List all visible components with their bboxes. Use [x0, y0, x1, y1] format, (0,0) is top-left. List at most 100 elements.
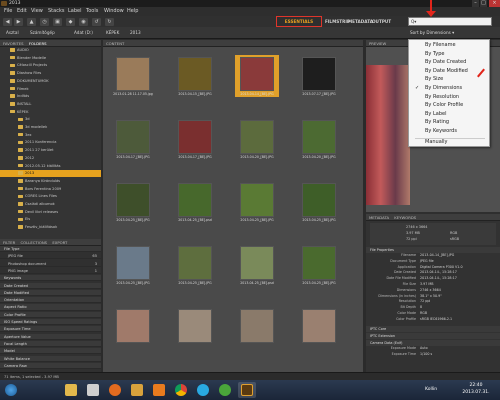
tab-favorites[interactable]: FAVORITES	[3, 41, 24, 46]
taskbar-clock[interactable]: 22:40 2013.07.31.	[454, 382, 498, 396]
thumbnail[interactable]: 2013-04-25_[BE].psd	[173, 181, 217, 223]
sort-menu-label[interactable]: Sort by Dimensions ▾	[410, 27, 454, 39]
tab-keywords[interactable]: KEYWORDS	[394, 215, 416, 220]
workspace-metadata[interactable]: METADATA	[348, 16, 373, 27]
folder-tree-item[interactable]: 2012.05.12 kiállítás	[0, 163, 101, 169]
sort-option[interactable]: By Keywords	[409, 127, 489, 136]
taskbar-app-firefox[interactable]	[106, 382, 124, 398]
favorites-folders-tabs[interactable]: FAVORITES FOLDERS	[0, 40, 101, 47]
back-button[interactable]: ◀	[3, 18, 12, 26]
filter-item[interactable]: JPEG file 65	[0, 253, 101, 260]
folder-tree-item[interactable]: Családi albumok	[0, 201, 101, 207]
folder-tree-item[interactable]: DOKUMENTUMOK	[0, 78, 101, 84]
filter-item[interactable]: Model	[0, 348, 101, 355]
thumbnail[interactable]: 2013-04-17_[BE].JPG	[111, 118, 155, 160]
menu-stacks[interactable]: Stacks	[48, 7, 64, 16]
menu-file[interactable]: File	[4, 7, 12, 16]
workspace-output[interactable]: OUTPUT	[372, 16, 391, 27]
filter-item[interactable]: Photoshop document 3	[0, 261, 101, 267]
folder-tree-item[interactable]: Diashow Files	[0, 70, 101, 76]
filter-item[interactable]: PNG image 1	[0, 268, 101, 275]
filter-item[interactable]: Keywords	[0, 275, 101, 282]
rotate-right-icon[interactable]: ↻	[105, 18, 114, 26]
folder-tree-item[interactable]: Fesztiv_kiállítások	[0, 224, 101, 230]
thumbnail[interactable]: 2013-04-14_[BE].JPG	[235, 55, 279, 97]
filter-item[interactable]: Aperture Value	[0, 333, 101, 340]
search-input[interactable]: Q▾	[408, 17, 492, 26]
menu-view[interactable]: View	[31, 7, 43, 16]
folder-tree-item[interactable]: Filmek	[0, 86, 101, 92]
thumbnail[interactable]	[297, 307, 341, 349]
taskbar-app-calendar[interactable]	[84, 382, 102, 398]
tab-collections[interactable]: COLLECTIONS	[20, 240, 47, 245]
thumbnail[interactable]: 2013-01-28 11.17.05.jpg	[111, 55, 155, 97]
menu-label[interactable]: Label	[68, 7, 82, 16]
breadcrumb-2013[interactable]: 2013	[130, 27, 141, 39]
thumbnail[interactable]: 2013-04-25_[BE].JPG	[235, 181, 279, 223]
tab-export[interactable]: EXPORT	[52, 240, 67, 245]
thumbnail[interactable]	[235, 307, 279, 349]
folder-tree-item[interactable]: 3ex	[0, 132, 101, 138]
filter-item[interactable]: Color Profile	[0, 311, 101, 318]
folder-tree-item[interactable]: Baranya Kirándulás	[0, 178, 101, 184]
refine-icon[interactable]: ◆	[66, 18, 75, 26]
thumbnail[interactable]: 2013-07-17_[BE].JPG	[297, 55, 341, 97]
thumbnail[interactable]: 2013-04-15_[BE].JPG	[173, 55, 217, 97]
workspace-filmstrip[interactable]: FILMSTRIP	[325, 16, 350, 27]
folder-tree-item[interactable]: Céloscill Projects	[0, 62, 101, 68]
filter-item[interactable]: Date Created	[0, 282, 101, 289]
iptc-core-header[interactable]: IPTC Core	[366, 326, 500, 332]
thumbnail[interactable]: 2013-04-25_[BE].psd	[235, 244, 279, 286]
folder-tree-item[interactable]: 2011 27 kerület	[0, 147, 101, 153]
thumbnail[interactable]	[173, 307, 217, 349]
menu-edit[interactable]: Edit	[17, 7, 27, 16]
filter-item[interactable]: Camera Raw	[0, 362, 101, 369]
iptc-extension-header[interactable]: IPTC Extension	[366, 333, 500, 339]
taskbar-app-skype[interactable]	[194, 382, 212, 398]
workspace-essentials[interactable]: ESSENTIALS	[276, 16, 322, 27]
folder-up-icon[interactable]: ▲	[27, 18, 36, 26]
thumbnail[interactable]: 2013-04-20_[BE].JPG	[235, 118, 279, 160]
thumbnail[interactable]: 2013-04-25_[BE].JPG	[111, 244, 155, 286]
menu-tools[interactable]: Tools	[86, 7, 98, 16]
filter-item[interactable]: ISO Speed Ratings	[0, 319, 101, 326]
breadcrumb-desktop[interactable]: Asztal	[6, 27, 19, 39]
filter-item[interactable]: Aspect Ratio	[0, 304, 101, 311]
tab-metadata[interactable]: METADATA	[369, 215, 389, 220]
folder-tree-item[interactable]: 2011 Konferencia	[0, 139, 101, 145]
menu-window[interactable]: Window	[104, 7, 124, 16]
thumbnail[interactable]: 2013-04-20_[BE].JPG	[297, 118, 341, 160]
taskbar-app-utorrent[interactable]	[216, 382, 234, 398]
filter-item[interactable]: Focal Length	[0, 340, 101, 348]
taskbar-app-folder[interactable]	[128, 382, 146, 398]
forward-button[interactable]: ▶	[14, 18, 23, 26]
folder-tree-item[interactable]: 2013	[0, 170, 101, 177]
thumbnail[interactable]: 2013-04-25_[BE].JPG	[111, 181, 155, 223]
tab-filter[interactable]: FILTER	[3, 240, 15, 245]
minimize-button[interactable]: –	[472, 0, 479, 7]
folder-tree-item[interactable]: Bors Ferentina 2009	[0, 186, 101, 192]
maximize-button[interactable]: □	[480, 0, 487, 7]
thumbnail[interactable]: 2013-04-25_[BE].JPG	[297, 181, 341, 223]
folder-tree-item[interactable]: KÉPEK	[0, 109, 101, 115]
recent-icon[interactable]: ◷	[40, 18, 49, 26]
start-button[interactable]	[2, 382, 20, 398]
thumbnail[interactable]: 2013-04-17_[BE].JPG	[173, 118, 217, 160]
taskbar-app-chrome[interactable]	[172, 382, 190, 398]
sort-option[interactable]: Manually	[409, 138, 489, 147]
thumbnail[interactable]: 2013-04-25_[BE].JPG	[297, 244, 341, 286]
breadcrumb-drive[interactable]: Adat (D:)	[74, 27, 93, 39]
menu-help[interactable]: Help	[127, 7, 138, 16]
taskbar-app-explorer[interactable]	[62, 382, 80, 398]
folder-tree-item[interactable]: INSTALL	[0, 101, 101, 107]
folder-tree-item[interactable]: 2012	[0, 155, 101, 161]
filter-item[interactable]: File Type	[0, 246, 101, 253]
taskbar-app-media[interactable]	[150, 382, 168, 398]
filter-item[interactable]: Orientation	[0, 297, 101, 304]
tab-folders[interactable]: FOLDERS	[29, 41, 47, 46]
folder-tree-item[interactable]: Devil libri releases	[0, 209, 101, 215]
filter-item[interactable]: Exposure Time	[0, 326, 101, 333]
breadcrumb-computer[interactable]: Számítógép	[30, 27, 55, 39]
metadata-tabs[interactable]: METADATA KEYWORDS	[366, 214, 500, 221]
folder-tree-item[interactable]: AUDIO	[0, 47, 101, 53]
